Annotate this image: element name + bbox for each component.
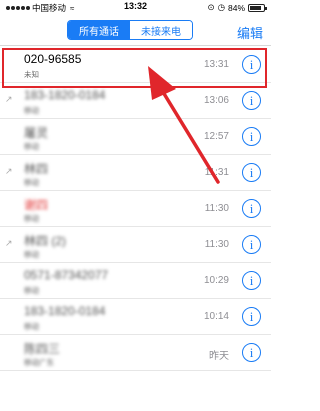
outgoing-call-icon: ↗ xyxy=(5,238,13,248)
info-icon[interactable]: i xyxy=(242,235,261,254)
battery-group: ⊙ ◷ 84% xyxy=(207,2,267,13)
caller-name: 林四 xyxy=(24,162,49,176)
call-time: 11:31 xyxy=(204,167,229,178)
caller-location: 移动 xyxy=(24,286,39,295)
caller-location: 移动 xyxy=(24,214,39,223)
call-time: 10:29 xyxy=(203,275,229,286)
info-icon[interactable]: i xyxy=(242,127,261,146)
call-time: 11:30 xyxy=(204,239,229,250)
call-row[interactable]: ↗ 林四移动 11:31 i xyxy=(0,155,271,191)
caller-name: 0571-87342077 xyxy=(24,268,109,282)
caller-name: 林四 (2) xyxy=(24,234,67,248)
call-time: 昨天 xyxy=(209,351,229,362)
caller-name: 屠灵 xyxy=(24,126,49,140)
call-time: 12:57 xyxy=(203,131,229,142)
info-icon[interactable]: i xyxy=(242,199,261,218)
info-icon[interactable]: i xyxy=(242,271,261,290)
status-bar: 中国移动 ≈ 13:32 ⊙ ◷ 84% xyxy=(0,0,271,14)
caller-name: 183-1820-0184 xyxy=(24,304,106,318)
caller-name: 020-96585 xyxy=(24,52,82,66)
call-row[interactable]: 183-1820-0184 移动 10:14 i xyxy=(0,299,271,335)
call-row[interactable]: 陈四三移动广东 昨天 i xyxy=(0,335,271,371)
caller-name: 陈四三 xyxy=(24,342,61,356)
caller-location: 移动 xyxy=(24,250,39,259)
call-row[interactable]: 谢四移动 11:30 i xyxy=(0,191,271,227)
caller-location: 移动 xyxy=(24,178,39,187)
battery-icon xyxy=(248,3,267,12)
battery-fill xyxy=(250,5,261,10)
caller-name: 183-1820-0184 xyxy=(24,88,106,102)
call-row[interactable]: 020-96585 未知 13:31 i xyxy=(0,47,271,83)
call-row[interactable]: ↗ 183-1820-0184 移动 13:06 i xyxy=(0,83,271,119)
info-icon[interactable]: i xyxy=(242,163,261,182)
battery-percent: 84% xyxy=(227,2,245,13)
nav-bar: 所有通话 未接来电 编辑 xyxy=(0,14,271,46)
call-time: 13:31 xyxy=(203,59,229,70)
info-icon[interactable]: i xyxy=(242,307,261,326)
outgoing-call-icon: ↗ xyxy=(5,94,13,104)
caller-name: 谢四 xyxy=(24,198,49,212)
caller-location: 未知 xyxy=(24,70,39,79)
info-icon[interactable]: i xyxy=(242,55,261,74)
call-time: 11:30 xyxy=(204,203,229,214)
tab-all-calls[interactable]: 所有通话 xyxy=(68,21,130,39)
call-row[interactable]: 屠灵移动 12:57 i xyxy=(0,119,271,155)
call-time: 10:14 xyxy=(203,311,229,322)
outgoing-call-icon: ↗ xyxy=(5,166,13,176)
edit-button[interactable]: 编辑 xyxy=(237,23,263,42)
caller-location: 移动 xyxy=(24,106,39,115)
caller-location: 移动广东 xyxy=(24,358,54,367)
recent-calls-list: 020-96585 未知 13:31 i ↗ 183-1820-0184 移动 13:06 i 屠… xyxy=(0,47,271,371)
call-row[interactable]: 0571-87342077 移动 10:29 i xyxy=(0,263,271,299)
orientation-lock-icon: ⊙ xyxy=(207,2,215,12)
caller-location: 移动 xyxy=(24,322,39,331)
call-time: 13:06 xyxy=(203,95,229,106)
call-row[interactable]: ↗ 林四 (2) 移动 11:30 i xyxy=(0,227,271,263)
tab-missed-calls[interactable]: 未接来电 xyxy=(130,21,192,39)
call-filter-segmented-control: 所有通话 未接来电 xyxy=(67,20,193,40)
alarm-icon: ◷ xyxy=(217,2,225,12)
caller-location: 移动 xyxy=(24,142,39,151)
info-icon[interactable]: i xyxy=(242,343,261,362)
info-icon[interactable]: i xyxy=(242,91,261,110)
